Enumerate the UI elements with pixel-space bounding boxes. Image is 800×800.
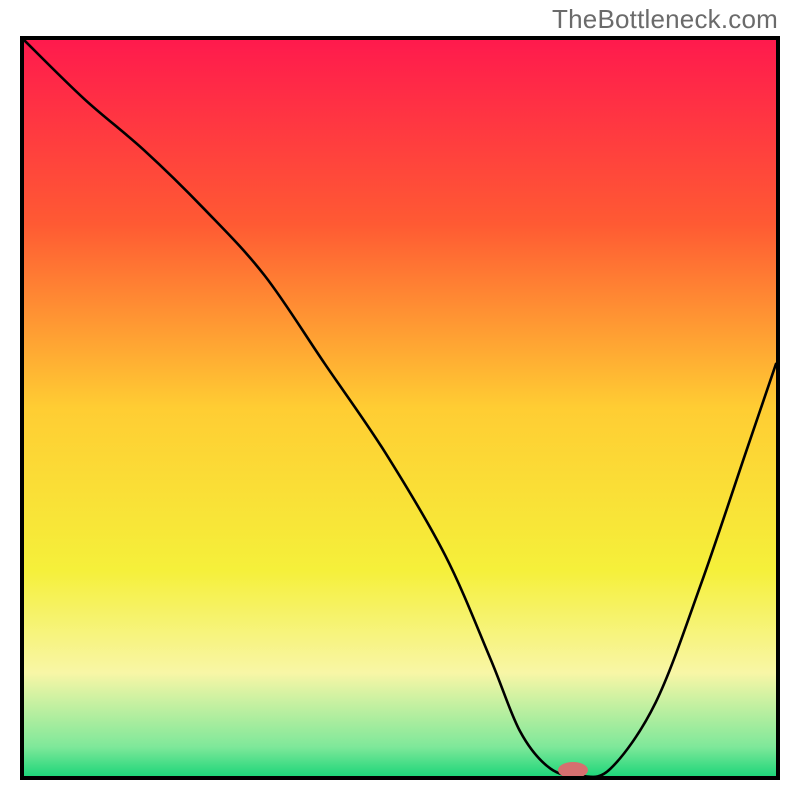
watermark-text: TheBottleneck.com: [552, 4, 778, 35]
gradient-background: [24, 40, 776, 776]
chart-frame: TheBottleneck.com: [0, 0, 800, 800]
bottleneck-plot: [24, 40, 776, 776]
